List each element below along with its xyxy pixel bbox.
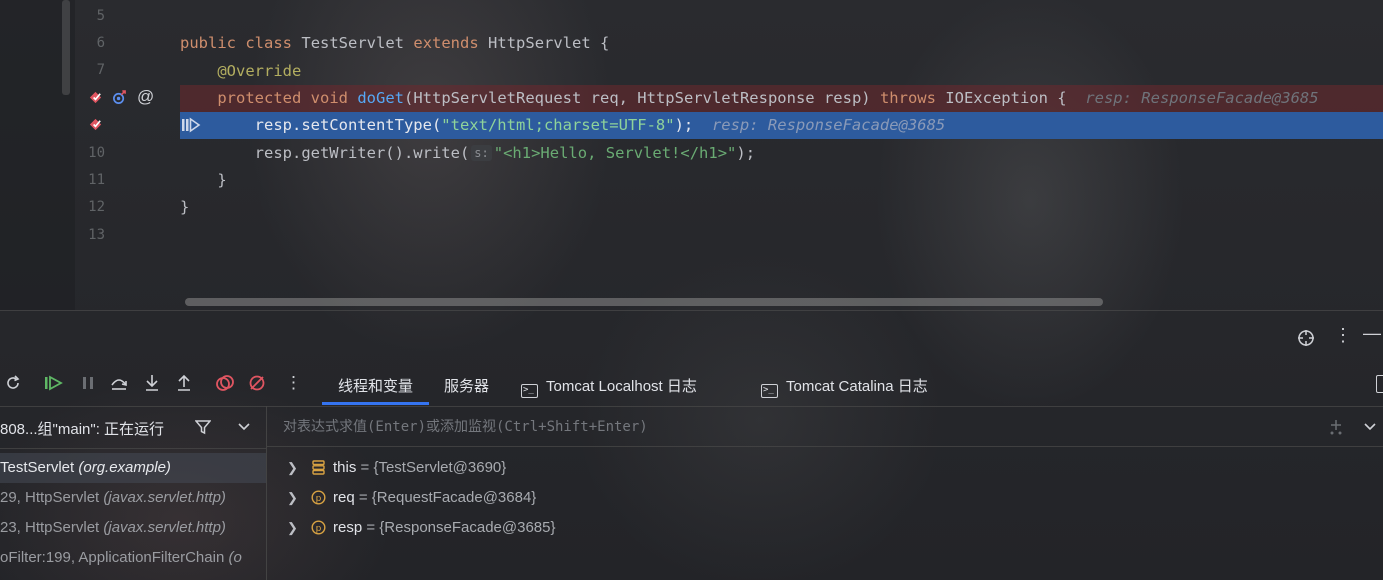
tab-tomcat-catalina-log[interactable]: >_ Tomcat Catalina 日志 [761, 375, 928, 398]
chevron-down-icon[interactable] [1364, 422, 1376, 432]
code-line-9: resp.setContentType("text/html;charset=U… [254, 116, 946, 134]
variable-name: req [333, 489, 355, 506]
crosshair-icon[interactable] [1297, 329, 1315, 347]
active-tab-indicator [322, 402, 429, 405]
frame-row[interactable]: oFilter:199, ApplicationFilterChain (o [0, 543, 266, 573]
code-line-7: @Override [217, 62, 302, 80]
frames-panel: 808...组"main": 正在运行 TestServlet (org.exa… [0, 406, 267, 580]
step-out-icon[interactable] [176, 374, 192, 392]
parameter-icon: p [311, 520, 326, 535]
add-watch-icon[interactable] [1327, 418, 1345, 436]
chevron-right-icon[interactable]: ❯ [287, 483, 298, 513]
line-number: 7 [96, 62, 105, 78]
view-breakpoints-icon[interactable] [215, 374, 235, 392]
variable-name: this [333, 459, 357, 476]
variable-value: {TestServlet@3690} [373, 459, 507, 476]
project-scrollbar[interactable] [62, 0, 70, 95]
horizontal-scrollbar[interactable] [185, 298, 1103, 306]
code-line-12: } [180, 198, 190, 216]
frame-row[interactable]: TestServlet (org.example) [0, 453, 266, 483]
breakpoint-icon[interactable] [88, 117, 103, 132]
tab-servers[interactable]: 服务器 [444, 375, 489, 396]
annotation-at-icon[interactable]: @ [137, 87, 154, 107]
variable-row[interactable]: ❯ this = {TestServlet@3690} [267, 453, 1383, 483]
pause-icon[interactable] [80, 375, 96, 391]
field-stack-icon [312, 460, 325, 475]
thread-label: 808...组"main": 正在运行 [0, 421, 165, 438]
thread-selector[interactable]: 808...组"main": 正在运行 [0, 406, 266, 449]
variable-value: {RequestFacade@3684} [371, 489, 537, 506]
chevron-right-icon[interactable]: ❯ [287, 513, 298, 543]
watch-bar [267, 406, 1383, 447]
variable-row[interactable]: ❯ p req = {RequestFacade@3684} [267, 483, 1383, 513]
line-number: 11 [88, 172, 105, 188]
variable-row[interactable]: ❯ p resp = {ResponseFacade@3685} [267, 513, 1383, 543]
line-number: 12 [88, 199, 105, 215]
frame-row[interactable]: 23, HttpServlet (javax.servlet.http) [0, 513, 266, 543]
more-options-icon[interactable]: ⋮ [1334, 325, 1352, 346]
step-into-icon[interactable] [144, 374, 160, 392]
more-actions-icon[interactable]: ⋮ [285, 373, 302, 393]
tab-tomcat-localhost-log[interactable]: >_ Tomcat Localhost 日志 [521, 375, 697, 398]
terminal-icon: >_ [761, 384, 778, 398]
parameter-hint: s: [471, 145, 492, 161]
chevron-down-icon[interactable] [238, 422, 250, 432]
variable-name: resp [333, 519, 363, 536]
frame-row[interactable]: 29, HttpServlet (javax.servlet.http) [0, 483, 266, 513]
variable-value: {ResponseFacade@3685} [379, 519, 556, 536]
overrides-method-icon[interactable] [112, 90, 127, 105]
variables-panel: ❯ this = {TestServlet@3690} ❯ p req = {R… [267, 406, 1383, 580]
tab-threads-variables[interactable]: 线程和变量 [338, 375, 413, 396]
mute-breakpoints-icon[interactable] [248, 374, 266, 392]
resume-icon[interactable] [44, 375, 64, 391]
line-number: 6 [96, 35, 105, 51]
debug-toolbar: ⋮ 线程和变量 服务器 >_ Tomcat Localhost 日志 >_ Tomc… [0, 362, 1383, 407]
chevron-right-icon[interactable]: ❯ [287, 453, 298, 483]
layout-icon[interactable] [1376, 375, 1383, 393]
breakpoint-icon[interactable] [88, 90, 103, 105]
terminal-icon: >_ [521, 384, 538, 398]
inline-value-hint: resp: ResponseFacade@3685 [1085, 89, 1319, 107]
svg-text:p: p [316, 494, 322, 504]
evaluate-expression-input[interactable] [281, 415, 1305, 439]
inline-value-hint: resp: ResponseFacade@3685 [711, 116, 946, 134]
code-line-11: } [217, 171, 227, 189]
step-over-icon[interactable] [110, 375, 128, 391]
code-line-8: protected void doGet(HttpServletRequest … [217, 89, 1319, 107]
code-editor[interactable]: 5 6 7 10 11 12 13 @ public class TestSer… [0, 0, 1383, 310]
line-number: 10 [88, 145, 105, 161]
code-line-6: public class TestServlet extends HttpSer… [180, 34, 610, 52]
line-number: 13 [88, 227, 105, 243]
svg-text:p: p [316, 524, 322, 534]
parameter-icon: p [311, 490, 326, 505]
debug-panel-header: ⋮ — [0, 310, 1383, 363]
project-panel-edge [0, 0, 75, 310]
minimize-icon[interactable]: — [1363, 323, 1381, 344]
code-text-area[interactable]: public class TestServlet extends HttpSer… [180, 0, 1383, 310]
filter-icon[interactable] [195, 419, 211, 435]
code-line-10: resp.getWriter().write(s: "<h1>Hello, Ser… [254, 144, 756, 162]
line-number: 5 [96, 8, 105, 24]
rerun-icon[interactable] [5, 375, 21, 391]
